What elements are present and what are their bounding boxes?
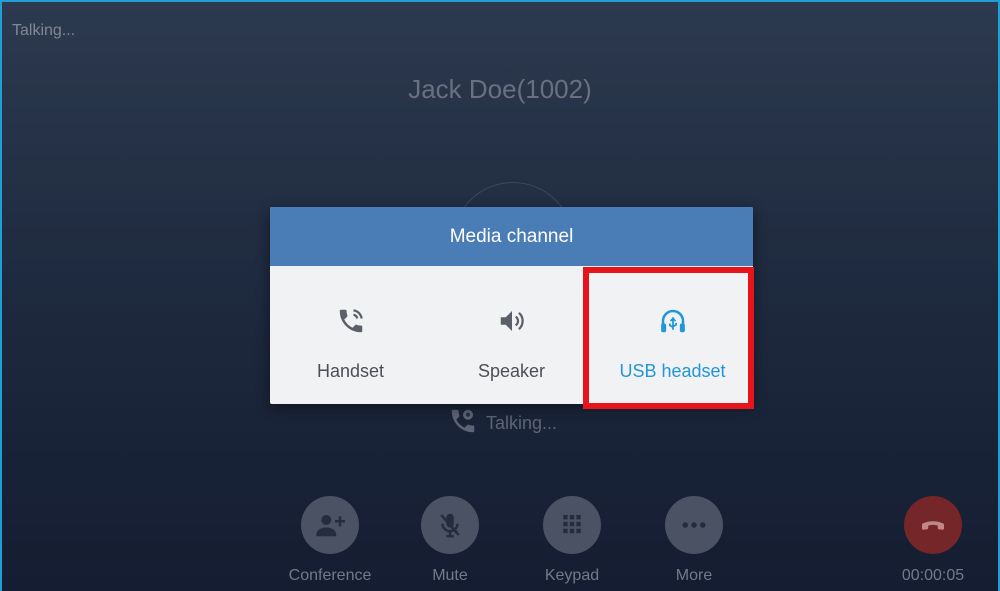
speaker-icon bbox=[497, 306, 527, 341]
call-screen: Talking... Jack Doe(1002) Talking... Con… bbox=[0, 0, 1000, 591]
speaker-label: Speaker bbox=[477, 361, 546, 381]
speaker-option[interactable]: Speaker bbox=[431, 266, 592, 404]
dialog-title: Media channel bbox=[270, 207, 753, 266]
handset-icon bbox=[336, 306, 366, 341]
handset-label: Handset bbox=[316, 361, 385, 381]
selection-highlight bbox=[583, 267, 754, 409]
handset-option[interactable]: Handset bbox=[270, 266, 431, 404]
